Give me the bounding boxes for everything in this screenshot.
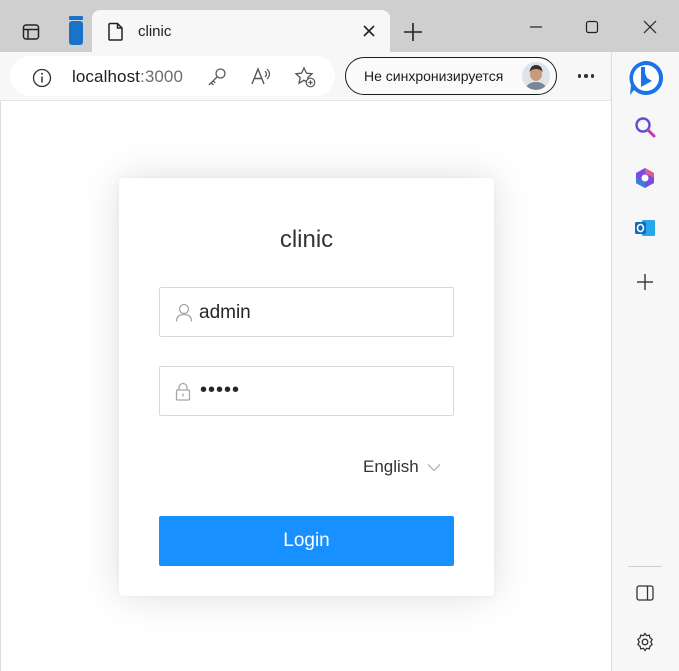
settings-button[interactable] (630, 627, 660, 657)
page-icon (108, 22, 123, 41)
add-sidebar-app-button[interactable] (630, 267, 660, 297)
password-value: ••••• (200, 379, 241, 401)
url-text[interactable]: localhost:3000 (72, 67, 183, 87)
outlook-icon (635, 220, 655, 236)
page-viewport: clinic admin ••••• English Login (0, 100, 611, 671)
tab-title: clinic (138, 23, 172, 40)
vertical-tabs-icon (69, 16, 83, 45)
add-icon (637, 274, 653, 290)
username-field[interactable]: admin (159, 287, 454, 337)
maximize-button[interactable] (572, 14, 612, 40)
chevron-down-icon (427, 463, 441, 471)
new-tab-button[interactable] (398, 18, 428, 46)
key-icon[interactable] (206, 66, 228, 88)
tab-actions-button[interactable] (14, 18, 48, 46)
settings-icon (637, 632, 653, 652)
read-aloud-icon[interactable] (250, 66, 272, 88)
outlook-button[interactable] (630, 213, 660, 243)
maximize-icon (585, 20, 599, 34)
edge-sidebar (611, 52, 679, 671)
language-selector[interactable]: English (363, 457, 441, 477)
login-title: clinic (279, 226, 334, 253)
more-icon[interactable] (570, 64, 602, 88)
bing-icon (629, 60, 664, 95)
sync-status-label: Не синхронизируется (364, 68, 504, 84)
favorite-add-icon[interactable] (294, 66, 316, 88)
office-button[interactable] (630, 163, 660, 193)
active-tab[interactable]: clinic (92, 10, 390, 52)
window-close-icon (643, 20, 657, 34)
sidebar-divider (628, 566, 662, 567)
window-close-button[interactable] (630, 14, 670, 40)
tab-actions-icon (22, 24, 40, 40)
username-value: admin (199, 302, 251, 323)
login-button[interactable]: Login (159, 516, 454, 566)
bing-button[interactable] (626, 58, 666, 98)
profile-sync-button[interactable]: Не синхронизируется (345, 57, 557, 95)
search-button[interactable] (630, 112, 660, 142)
browser-toolbar: localhost:3000 Не синхронизируется (0, 52, 679, 100)
url-host: localhost (72, 67, 140, 86)
sidebar-toggle-icon (636, 585, 654, 601)
vertical-tabs-button[interactable] (62, 16, 90, 46)
close-icon[interactable] (360, 22, 378, 40)
search-icon (635, 117, 656, 138)
info-icon[interactable] (32, 68, 52, 88)
language-label: English (363, 457, 419, 476)
address-bar[interactable]: localhost:3000 (10, 56, 335, 96)
login-card: clinic admin ••••• English Login (119, 178, 494, 596)
avatar (522, 62, 550, 90)
hide-sidebar-button[interactable] (630, 578, 660, 608)
minimize-icon (530, 26, 542, 28)
tab-strip: clinic (0, 0, 679, 52)
url-port: :3000 (140, 67, 184, 86)
lock-icon (175, 382, 191, 401)
plus-icon (404, 23, 422, 41)
password-field[interactable]: ••••• (159, 366, 454, 416)
office-icon (636, 168, 654, 188)
minimize-button[interactable] (516, 14, 556, 40)
user-icon (175, 303, 193, 322)
